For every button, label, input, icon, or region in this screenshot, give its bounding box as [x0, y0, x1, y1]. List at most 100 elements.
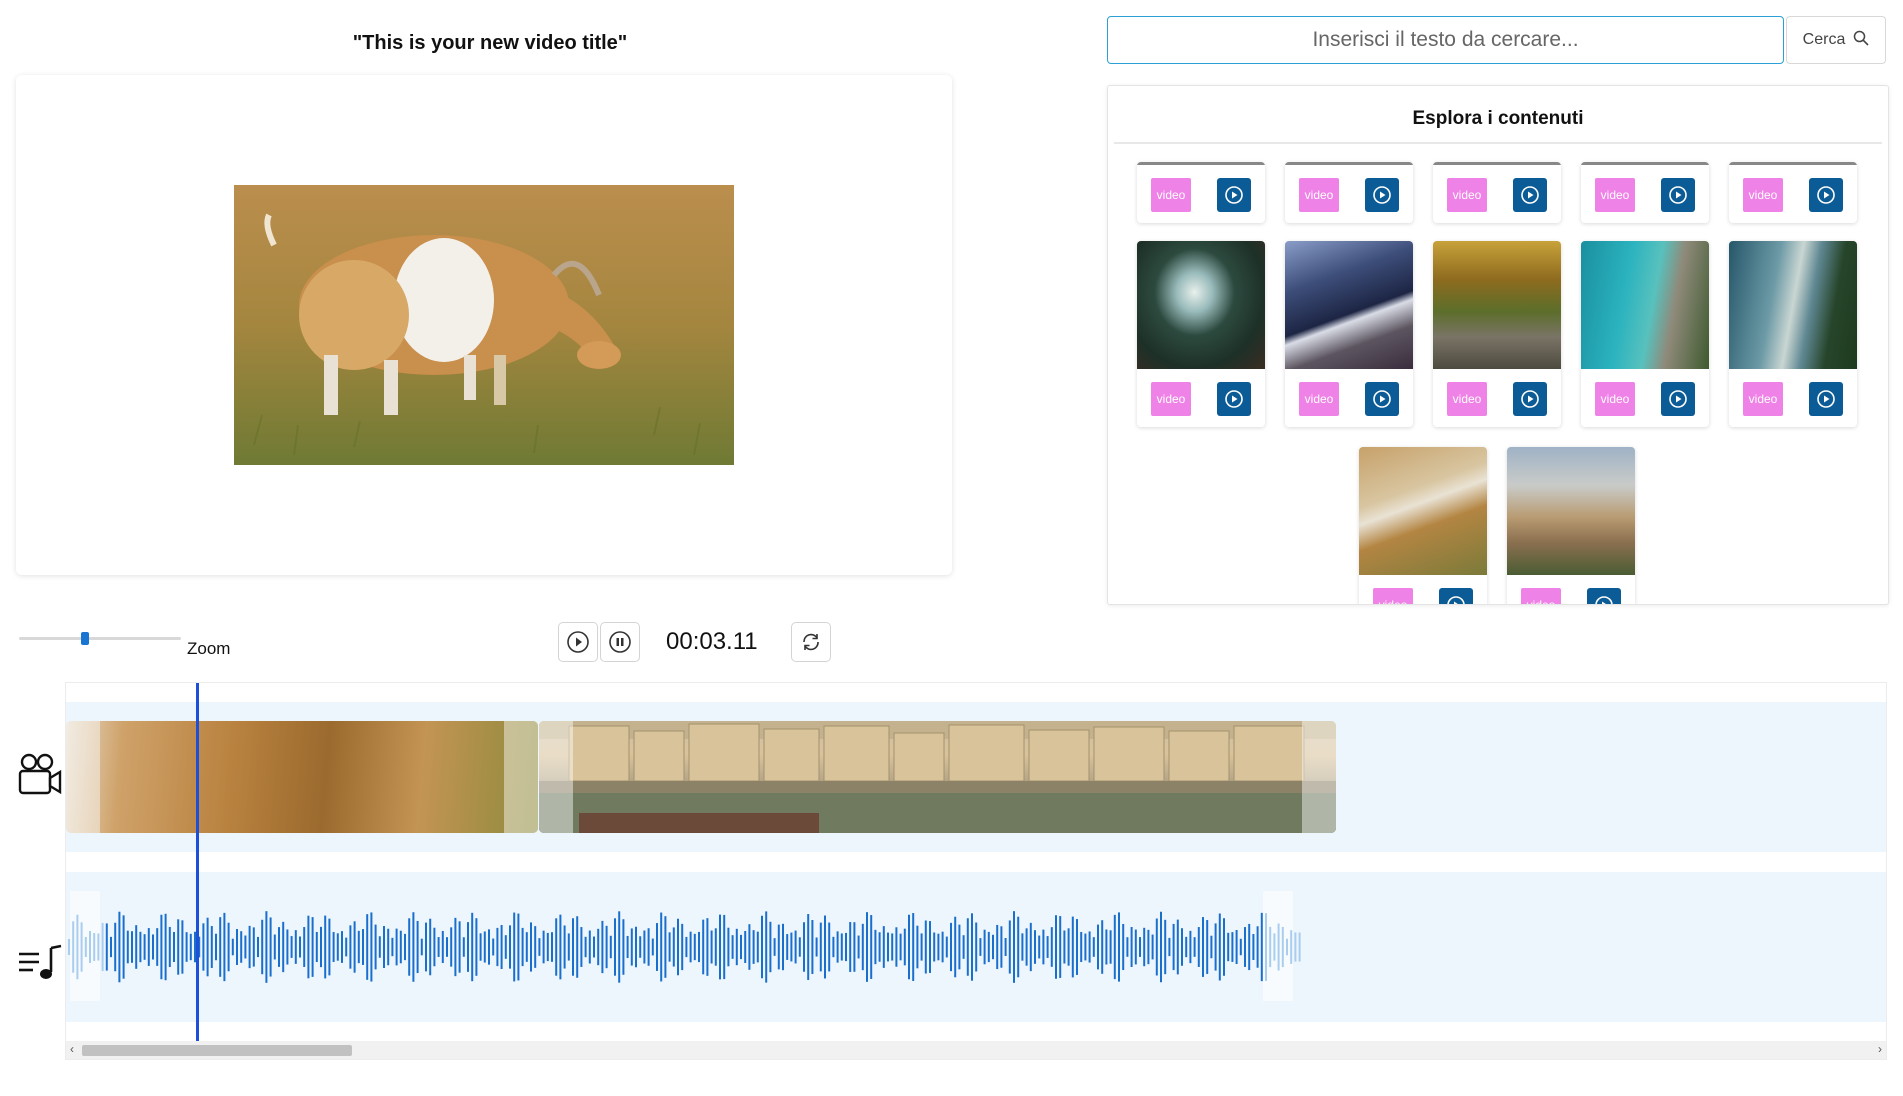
- waveform-bar: [1189, 930, 1192, 964]
- waveform-bar: [1269, 926, 1272, 968]
- preview-play-button[interactable]: [1809, 178, 1843, 212]
- waveform-bar: [1164, 919, 1167, 975]
- media-tile[interactable]: video: [1729, 162, 1857, 223]
- media-tile[interactable]: video: [1433, 162, 1561, 223]
- waveform-bar: [845, 932, 847, 962]
- media-type-badge: video: [1743, 382, 1783, 416]
- zoom-slider-track[interactable]: [19, 637, 181, 640]
- waveform-bar: [887, 932, 889, 962]
- preview-play-button[interactable]: [1661, 178, 1695, 212]
- media-tile[interactable]: video: [1433, 241, 1561, 427]
- waveform-bar: [471, 912, 474, 982]
- waveform-bar: [395, 928, 398, 966]
- waveform-bar: [303, 927, 306, 967]
- pause-button[interactable]: [600, 622, 640, 662]
- search-button[interactable]: Cerca: [1786, 16, 1886, 64]
- waveform-bar: [714, 928, 717, 966]
- search-input[interactable]: [1107, 16, 1784, 64]
- preview-play-button[interactable]: [1513, 178, 1547, 212]
- audio-waveform[interactable]: [66, 907, 1306, 987]
- scroll-left-arrow[interactable]: ‹: [70, 1042, 74, 1056]
- waveform-bar: [1235, 930, 1238, 964]
- waveform-bar: [521, 927, 524, 967]
- play-button[interactable]: [558, 622, 598, 662]
- waveform-bar: [1197, 927, 1200, 967]
- preview-play-button[interactable]: [1513, 382, 1547, 416]
- scroll-right-arrow[interactable]: ›: [1878, 1042, 1882, 1056]
- media-tile[interactable]: video: [1137, 241, 1265, 427]
- media-tile[interactable]: video: [1507, 447, 1635, 604]
- play-circle-icon: [1817, 390, 1835, 408]
- preview-play-button[interactable]: [1661, 382, 1695, 416]
- waveform-bar: [1139, 937, 1141, 957]
- waveform-bar: [399, 930, 402, 964]
- waveform-bar: [723, 914, 726, 980]
- waveform-bar: [215, 933, 217, 961]
- waveform-bar: [1252, 934, 1255, 960]
- preview-play-button[interactable]: [1365, 178, 1399, 212]
- video-clip-goat[interactable]: [66, 721, 538, 833]
- waveform-bar: [72, 921, 75, 973]
- preview-play-button[interactable]: [1587, 588, 1621, 604]
- clip-trim-handle-left[interactable]: [539, 721, 573, 833]
- waveform-bar: [341, 931, 343, 963]
- waveform-bar: [769, 921, 772, 973]
- waveform-bar: [1067, 928, 1070, 966]
- media-tile[interactable]: video: [1285, 162, 1413, 223]
- preview-play-button[interactable]: [1217, 382, 1251, 416]
- city-clip-frames: [539, 721, 1336, 833]
- media-tile[interactable]: video: [1581, 241, 1709, 427]
- play-circle-icon: [1447, 596, 1465, 604]
- media-tile[interactable]: video: [1581, 162, 1709, 223]
- media-tile[interactable]: video: [1137, 162, 1265, 223]
- media-thumbnail: [1507, 447, 1635, 575]
- waveform-bar: [1248, 923, 1251, 971]
- clip-trim-handle-right[interactable]: [1302, 721, 1336, 833]
- preview-play-button[interactable]: [1365, 382, 1399, 416]
- waveform-bar: [803, 922, 805, 972]
- waveform-bar: [160, 914, 163, 980]
- waveform-bar: [882, 926, 885, 968]
- waveform-bar: [378, 936, 381, 958]
- scrollbar-thumb[interactable]: [82, 1045, 352, 1056]
- waveform-bar: [152, 934, 154, 960]
- preview-play-button[interactable]: [1809, 382, 1843, 416]
- video-clip-city[interactable]: [539, 721, 1336, 833]
- waveform-bar: [458, 921, 461, 973]
- play-circle-icon: [1521, 390, 1539, 408]
- preview-play-button[interactable]: [1217, 178, 1251, 212]
- waveform-bar: [370, 912, 373, 982]
- waveform-bar: [1013, 911, 1015, 983]
- waveform-bar: [1202, 917, 1204, 977]
- timeline-scrollbar[interactable]: ‹ ›: [66, 1041, 1886, 1059]
- waveform-bar: [1160, 911, 1162, 983]
- waveform-bar: [496, 927, 499, 967]
- zoom-slider-handle[interactable]: [81, 632, 89, 645]
- waveform-bar: [1155, 918, 1158, 976]
- waveform-bar: [1134, 929, 1137, 965]
- media-tile[interactable]: video: [1359, 447, 1487, 604]
- waveform-bar: [282, 921, 285, 973]
- preview-play-button[interactable]: [1439, 588, 1473, 604]
- waveform-bar: [1286, 938, 1288, 956]
- playhead[interactable]: [196, 683, 199, 1043]
- clip-trim-handle-left[interactable]: [66, 721, 100, 833]
- waveform-bar: [622, 919, 625, 975]
- media-tile[interactable]: video: [1285, 241, 1413, 427]
- loop-button[interactable]: [791, 622, 831, 662]
- media-tile[interactable]: video: [1729, 241, 1857, 427]
- play-circle-icon: [1521, 186, 1539, 204]
- waveform-bar: [937, 933, 940, 961]
- waveform-bar: [240, 931, 243, 963]
- media-type-badge: video: [1521, 588, 1561, 604]
- media-thumbnail: [1285, 241, 1413, 369]
- media-type-badge: video: [1151, 178, 1191, 212]
- zoom-label: Zoom: [187, 639, 231, 658]
- waveform-bar: [1281, 926, 1284, 968]
- waveform-bar: [1122, 923, 1125, 971]
- waveform-bar: [958, 924, 961, 970]
- timeline[interactable]: ‹ ›: [65, 682, 1887, 1060]
- clip-trim-handle-right[interactable]: [504, 721, 538, 833]
- waveform-bar: [248, 925, 251, 969]
- goat-image: [234, 185, 734, 465]
